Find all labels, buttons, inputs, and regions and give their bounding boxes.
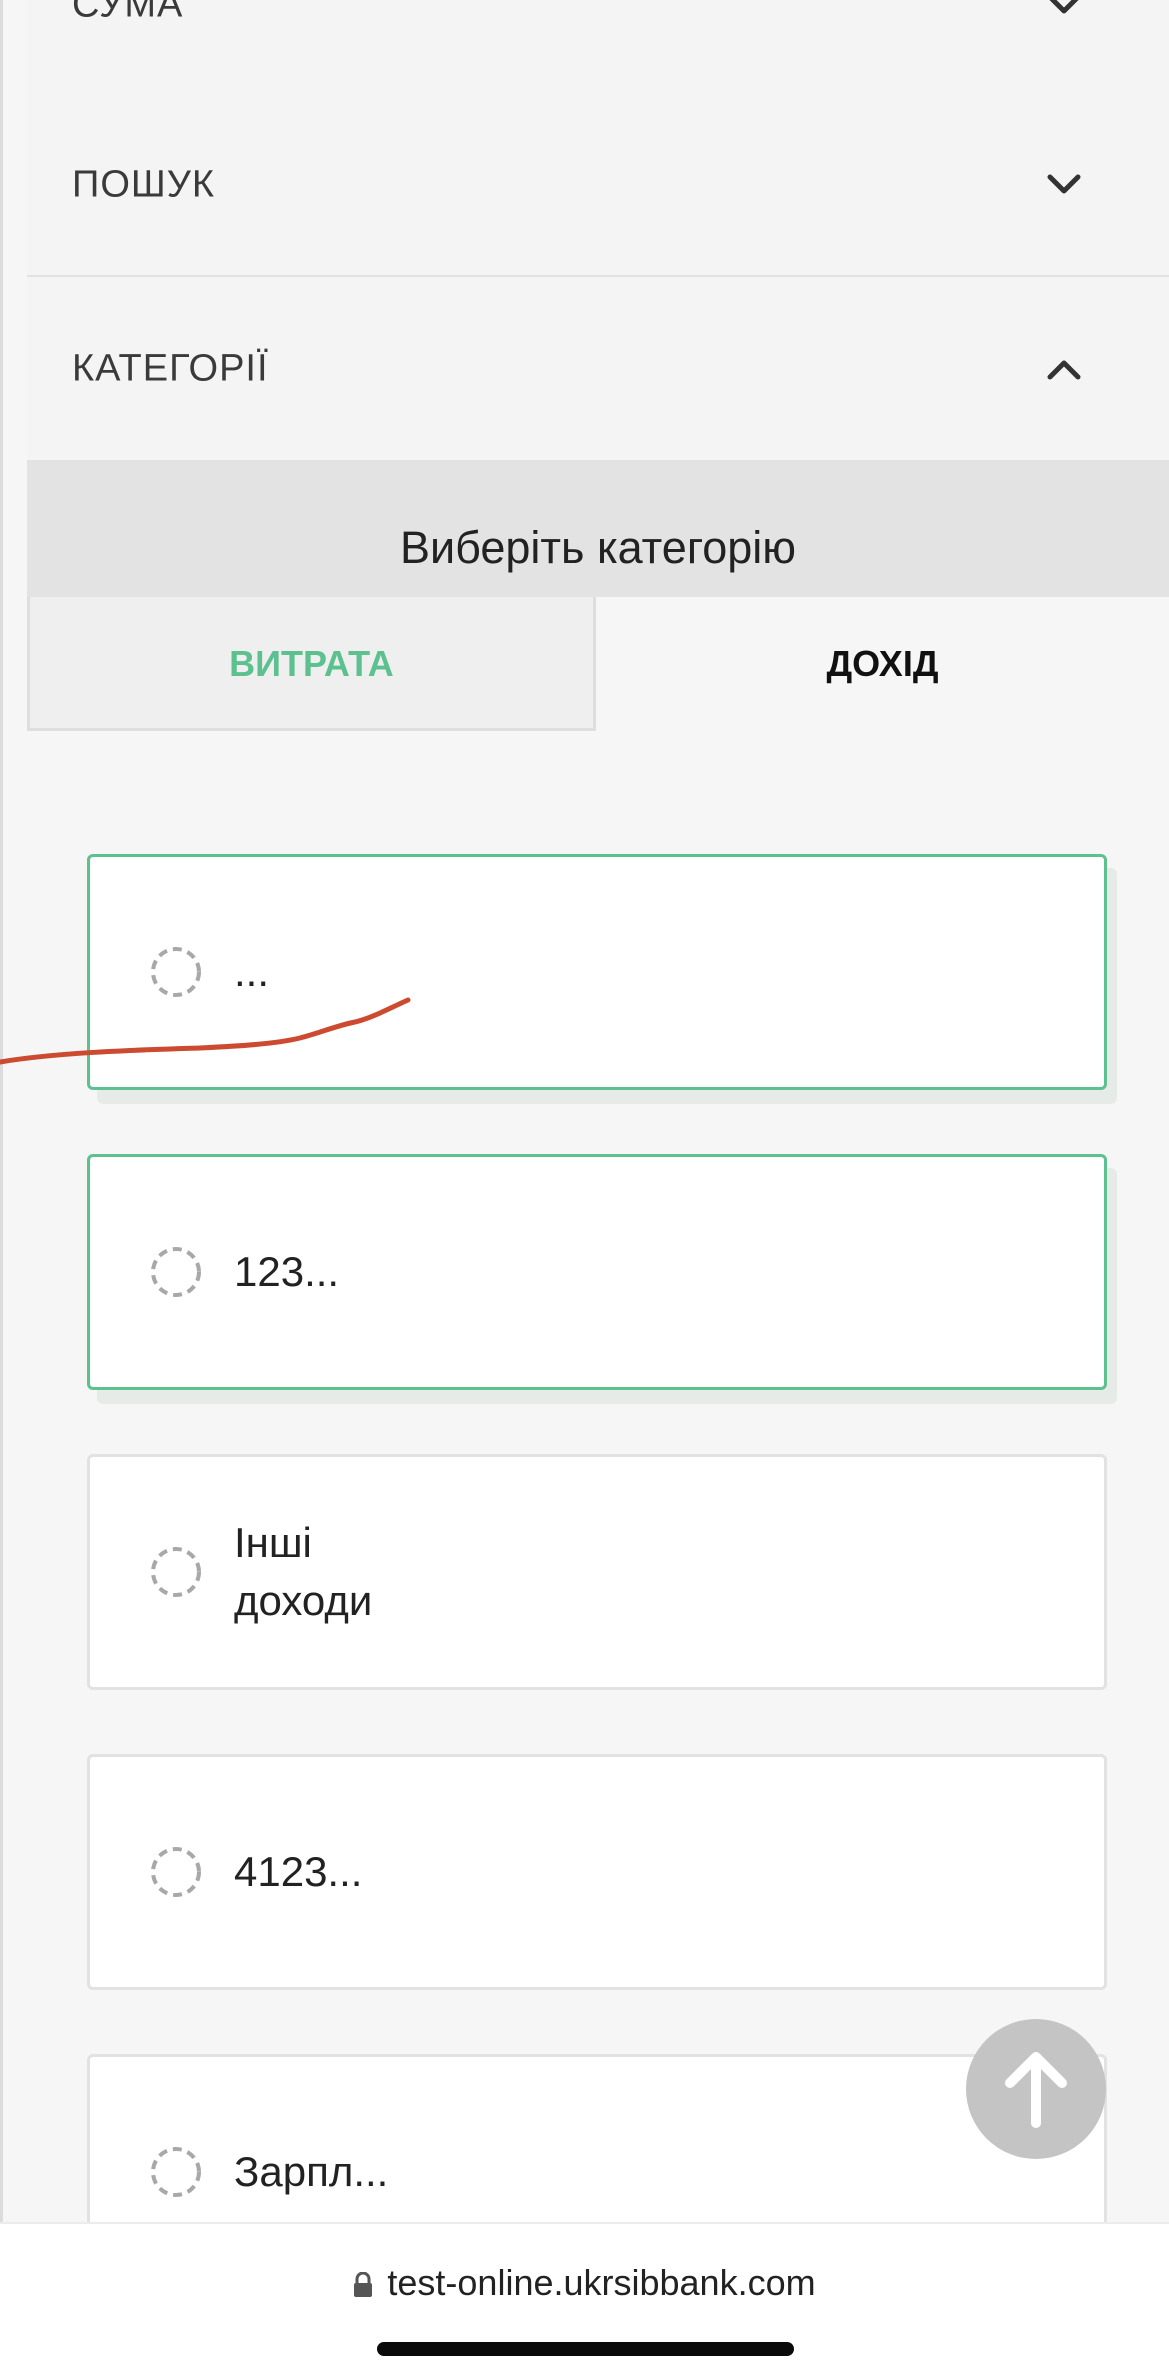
category-card-label: 4123...	[234, 1848, 363, 1895]
scroll-to-top-button[interactable]	[966, 2019, 1106, 2159]
category-card[interactable]: 123...	[87, 1154, 1107, 1390]
accordion-categories[interactable]: КАТЕГОРІЇ	[27, 277, 1169, 463]
accordion-categories-label: КАТЕГОРІЇ	[72, 347, 269, 389]
category-picker-title: Виберіть категорію	[399, 522, 797, 573]
left-border	[0, 0, 3, 2222]
category-card-label: Інші доходи	[234, 1519, 373, 1624]
radio-icon	[151, 1247, 201, 1297]
arrow-up-icon	[1005, 2052, 1067, 2128]
chevron-down-icon	[1047, 174, 1081, 194]
accordion-search-label: ПОШУК	[72, 163, 215, 206]
annotation-scribble	[0, 997, 411, 1065]
category-card-label: Зарпл...	[234, 2148, 389, 2195]
tab-income[interactable]: ДОХІД	[596, 597, 1169, 731]
category-card[interactable]: Зарпл...	[87, 2054, 1107, 2222]
radio-icon	[151, 2147, 201, 2197]
radio-icon	[151, 1547, 201, 1597]
radio-icon	[151, 1847, 201, 1897]
tab-expense[interactable]: ВИТРАТА	[27, 597, 596, 731]
browser-url-text: test-online.ukrsibbank.com	[387, 2262, 816, 2303]
category-card[interactable]: Інші доходи	[87, 1454, 1107, 1690]
category-picker-header: Виберіть категорію	[27, 462, 1169, 597]
lock-icon	[354, 2272, 373, 2298]
browser-url-bar[interactable]: test-online.ukrsibbank.com	[0, 2222, 1169, 2380]
chevron-up-icon	[1047, 360, 1081, 379]
accordion-amount[interactable]: СУМА	[27, 0, 1169, 98]
chevron-down-icon	[1049, 0, 1079, 14]
category-card[interactable]: 4123...	[87, 1754, 1107, 1990]
accordion-amount-label: СУМА	[72, 0, 184, 26]
accordion-search[interactable]: ПОШУК	[27, 95, 1169, 278]
home-indicator[interactable]	[377, 2342, 794, 2356]
page: СУМА ПОШУК КАТЕГОРІЇ Виберіть категорію …	[0, 0, 1169, 2222]
category-card-label: 123...	[234, 1248, 340, 1295]
